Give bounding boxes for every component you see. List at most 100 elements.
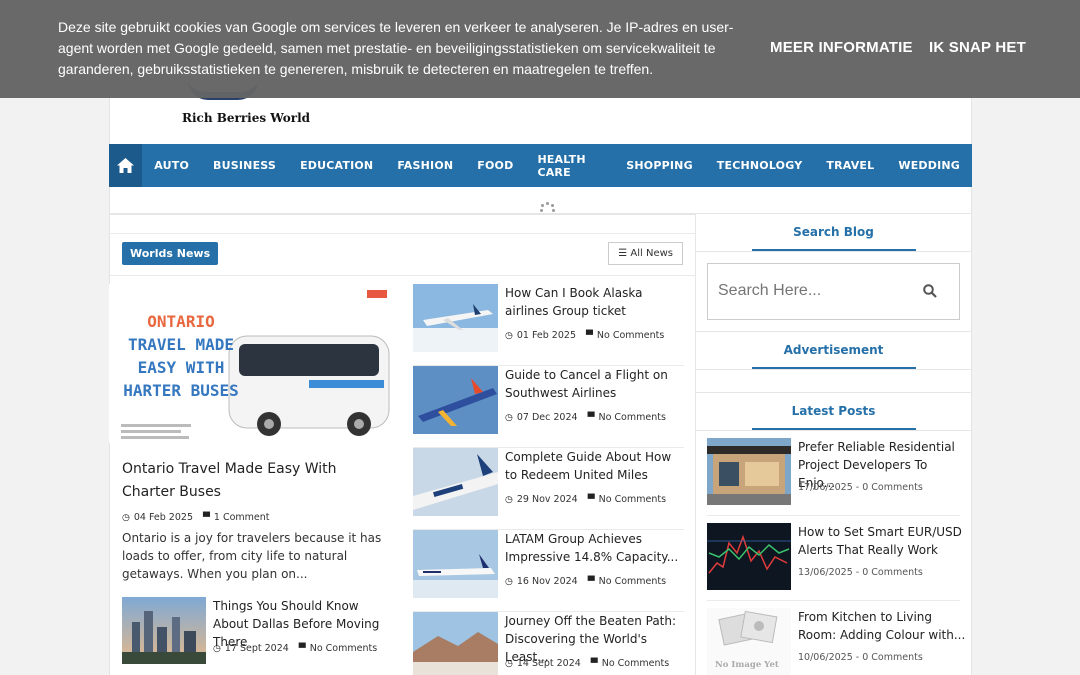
latest-post-title[interactable]: How to Set Smart EUR/USD Alerts That Rea… (798, 523, 966, 559)
trading-chart-thumbnail[interactable] (707, 523, 791, 590)
loading-spinner-icon (540, 202, 556, 212)
list-item-comments[interactable]: No Comments (599, 576, 666, 587)
list-item-comments[interactable]: No Comments (597, 330, 664, 341)
accept-cookies-button[interactable]: IK SNAP HET (929, 39, 1026, 56)
dallas-thumbnail[interactable] (122, 597, 206, 664)
building-thumbnail[interactable] (707, 438, 791, 505)
small-post-date: 17 Sept 2024 (224, 643, 289, 654)
home-icon (117, 158, 135, 173)
list-item-title[interactable]: Complete Guide About How to Redeem Unite… (505, 448, 685, 484)
no-image-placeholder[interactable]: No Image Yet (707, 608, 791, 675)
list-item-meta: ◷ 29 Nov 2024 ▀ No Comments (505, 494, 666, 505)
list-item-title[interactable]: LATAM Group Achieves Impressive 14.8% Ca… (505, 530, 685, 566)
list-item[interactable]: Guide to Cancel a Flight on Southwest Ai… (413, 366, 684, 448)
comment-icon: ▀ (587, 412, 595, 423)
list-item-comments[interactable]: No Comments (599, 494, 666, 505)
nav-item-food[interactable]: FOOD (465, 159, 525, 172)
nav-home[interactable] (109, 144, 143, 187)
comment-icon: ▀ (590, 658, 598, 669)
clock-icon: ◷ (213, 643, 221, 654)
list-item-meta: ◷ 14 Sept 2024 ▀ No Comments (505, 658, 669, 669)
united-plane-thumbnail[interactable] (413, 448, 498, 516)
list-item-meta: ◷ 07 Dec 2024 ▀ No Comments (505, 412, 666, 423)
list-item-meta: ◷ 01 Feb 2025 ▀ No Comments (505, 330, 664, 341)
latest-post-meta: 13/06/2025 - 0 Comments (798, 567, 923, 578)
all-news-label: All News (630, 248, 673, 259)
clock-icon: ◷ (505, 412, 513, 423)
featured-image-text: ONTARIO TRAVEL MADE EASY WITH HARTER BUS… (123, 312, 239, 400)
search-blog-title: Search Blog (751, 225, 916, 251)
latest-posts-title: Latest Posts (751, 404, 916, 430)
nav-item-travel[interactable]: TRAVEL (814, 159, 886, 172)
featured-excerpt: Ontario is a joy for travelers because i… (122, 531, 382, 581)
list-item-title[interactable]: How Can I Book Alaska airlines Group tic… (505, 284, 685, 320)
small-post[interactable]: Things You Should Know About Dallas Befo… (122, 597, 397, 667)
search-box[interactable] (707, 263, 960, 320)
nav-item-business[interactable]: BUSINESS (201, 159, 288, 172)
small-post-meta: ◷ 17 Sept 2024 ▀ No Comments (213, 643, 377, 654)
clock-icon: ◷ (505, 576, 513, 587)
site-name: Rich Berries World (182, 111, 311, 125)
search-icon[interactable] (923, 284, 937, 298)
comment-icon: ▀ (298, 643, 306, 654)
list-item-date: 16 Nov 2024 (516, 576, 578, 587)
clock-icon: ◷ (505, 494, 513, 505)
search-input[interactable] (718, 279, 908, 303)
list-icon: ☰ (618, 248, 628, 259)
list-item[interactable]: How Can I Book Alaska airlines Group tic… (413, 284, 684, 366)
comment-icon: ▀ (585, 330, 593, 341)
latest-post[interactable]: Prefer Reliable Residential Project Deve… (707, 431, 960, 516)
cookie-banner: Deze site gebruikt cookies van Google om… (0, 0, 1080, 98)
featured-comments[interactable]: 1 Comment (214, 512, 270, 523)
latest-post-meta: 10/06/2025 - 0 Comments (798, 652, 923, 663)
list-item-comments[interactable]: No Comments (598, 412, 665, 423)
nav-item-auto[interactable]: AUTO (142, 159, 201, 172)
nav-item-fashion[interactable]: FASHION (385, 159, 465, 172)
section-header: Worlds News ☰ All News (109, 233, 696, 276)
list-item-comments[interactable]: No Comments (602, 658, 669, 669)
section-badge[interactable]: Worlds News (122, 242, 219, 265)
list-item-date: 14 Sept 2024 (516, 658, 581, 669)
list-item-title[interactable]: Guide to Cancel a Flight on Southwest Ai… (505, 366, 685, 402)
comment-icon: ▀ (587, 494, 595, 505)
alaska-plane-thumbnail[interactable] (413, 284, 498, 352)
news-section: Worlds News ☰ All News ONTARIO TRAVEL MA… (109, 213, 696, 675)
latest-post-meta: 17/06/2025 - 0 Comments (798, 482, 923, 493)
all-news-button[interactable]: ☰ All News (608, 242, 683, 265)
featured-image[interactable]: ONTARIO TRAVEL MADE EASY WITH HARTER BUS… (109, 284, 390, 443)
featured-meta: ◷ 04 Feb 2025 ▀ 1 Comment (122, 512, 270, 523)
cookie-message: Deze site gebruikt cookies van Google om… (58, 19, 734, 77)
latest-post[interactable]: No Image Yet From Kitchen to Living Room… (707, 601, 965, 675)
list-item-date: 07 Dec 2024 (516, 412, 578, 423)
nav-item-health-care[interactable]: HEALTH CARE (525, 153, 614, 179)
latam-plane-thumbnail[interactable] (413, 530, 498, 598)
southwest-plane-thumbnail[interactable] (413, 366, 498, 434)
nav-item-wedding[interactable]: WEDDING (886, 159, 972, 172)
comment-icon: ▀ (587, 576, 595, 587)
desert-thumbnail[interactable] (413, 612, 498, 675)
nav-item-education[interactable]: EDUCATION (288, 159, 385, 172)
featured-date: 04 Feb 2025 (133, 512, 193, 523)
clock-icon: ◷ (505, 330, 513, 341)
featured-title[interactable]: Ontario Travel Made Easy With Charter Bu… (122, 458, 387, 504)
latest-post-title[interactable]: From Kitchen to Living Room: Adding Colo… (798, 608, 966, 644)
clock-icon: ◷ (122, 512, 130, 523)
small-post-comments[interactable]: No Comments (310, 643, 377, 654)
list-item-date: 01 Feb 2025 (516, 330, 576, 341)
search-blog-header: Search Blog (696, 213, 971, 252)
list-item[interactable]: Journey Off the Beaten Path: Discovering… (413, 612, 684, 675)
sidebar: Search Blog Advertisement Latest Posts P… (696, 213, 971, 675)
main-nav: AUTO BUSINESS EDUCATION FASHION FOOD HEA… (109, 144, 972, 187)
advertisement-header: Advertisement (696, 331, 971, 370)
more-info-button[interactable]: MEER INFORMATIE (770, 39, 913, 56)
list-item[interactable]: LATAM Group Achieves Impressive 14.8% Ca… (413, 530, 684, 612)
comment-icon: ▀ (202, 512, 210, 523)
nav-item-technology[interactable]: TECHNOLOGY (705, 159, 815, 172)
advertisement-title: Advertisement (751, 343, 916, 369)
nav-item-shopping[interactable]: SHOPPING (614, 159, 705, 172)
list-item[interactable]: Complete Guide About How to Redeem Unite… (413, 448, 684, 530)
clock-icon: ◷ (505, 658, 513, 669)
latest-post[interactable]: How to Set Smart EUR/USD Alerts That Rea… (707, 516, 962, 601)
list-item-meta: ◷ 16 Nov 2024 ▀ No Comments (505, 576, 666, 587)
news-list: How Can I Book Alaska airlines Group tic… (413, 284, 684, 675)
